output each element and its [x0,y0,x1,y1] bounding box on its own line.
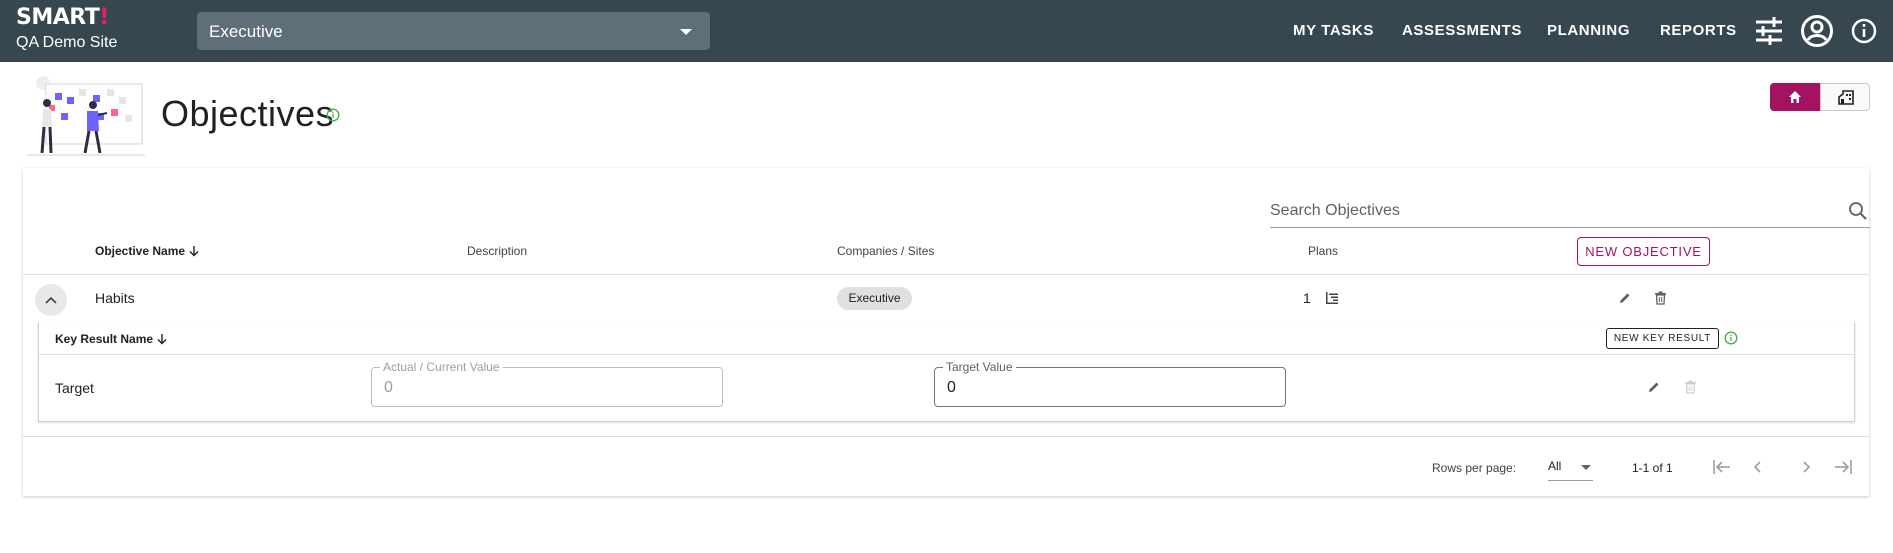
brand[interactable]: SMART! QA Demo Site [16,6,117,52]
column-header-description[interactable]: Description [467,244,527,258]
last-page-icon[interactable] [1832,457,1854,477]
key-result-header-divider [39,354,1854,355]
rows-per-page-label: Rows per page: [1432,461,1517,475]
search-field[interactable] [1270,196,1870,228]
delete-icon[interactable] [1654,291,1667,305]
edit-icon[interactable] [1618,291,1632,305]
plans-count: 1 [1303,290,1311,306]
target-value-field[interactable]: Target Value 0 [934,360,1286,407]
site-selector[interactable]: Executive [197,12,710,50]
search-input[interactable] [1270,198,1830,224]
logo-mark: ! [99,5,109,30]
top-app-bar: SMART! QA Demo Site Executive MY TASKS A… [0,0,1893,62]
site-name: QA Demo Site [16,34,118,51]
plans-list-icon[interactable] [1325,291,1339,305]
dropdown-arrow-icon [1581,465,1591,470]
rows-per-page-select[interactable]: All [1548,456,1593,481]
previous-page-icon[interactable] [1750,457,1764,477]
header-divider [23,274,1869,275]
home-view-button[interactable] [1770,83,1820,111]
table-footer-divider [23,436,1869,437]
column-header-companies-sites[interactable]: Companies / Sites [837,244,934,258]
nav-planning[interactable]: PLANNING [1547,22,1630,39]
next-page-icon[interactable] [1800,457,1814,477]
key-result-name-cell: Target [55,380,94,396]
sort-arrow-down-icon [157,334,167,345]
new-key-result-button[interactable]: NEW KEY RESULT [1606,328,1719,349]
settings-sliders-icon[interactable] [1752,14,1786,48]
objective-name-cell: Habits [95,290,135,306]
column-header-key-result-name[interactable]: Key Result Name [55,332,168,346]
pagination-range: 1-1 of 1 [1632,461,1673,475]
column-header-plans[interactable]: Plans [1308,244,1338,258]
column-header-label: Objective Name [95,244,186,258]
target-value-label: Target Value [943,360,1016,374]
site-selector-value: Executive [209,22,283,41]
info-icon[interactable] [1724,331,1738,345]
site-view-button[interactable] [1820,83,1870,111]
page-title: Objectives [161,93,335,134]
nav-assessments[interactable]: ASSESSMENTS [1402,22,1522,39]
first-page-icon[interactable] [1711,457,1733,477]
nav-reports[interactable]: REPORTS [1660,22,1737,39]
actual-value-field: Actual / Current Value 0 [371,360,723,407]
collapse-row-button[interactable] [35,284,67,316]
sort-arrow-down-icon [189,246,199,257]
search-icon[interactable] [1848,201,1868,221]
logo-text: SMART [16,5,100,30]
edit-icon[interactable] [1647,380,1661,394]
actual-value: 0 [384,379,393,396]
dropdown-arrow-icon [680,29,692,35]
building-icon [1838,90,1854,105]
info-icon[interactable] [326,108,340,122]
account-circle-icon[interactable] [1800,14,1834,48]
chevron-up-icon [45,296,57,304]
company-chip: Executive [837,287,912,310]
new-objective-button[interactable]: NEW OBJECTIVE [1577,237,1710,266]
objectives-illustration [27,76,145,156]
info-icon[interactable] [1850,17,1878,45]
column-header-label: Key Result Name [55,332,154,346]
rows-per-page-value: All [1548,459,1562,473]
actual-value-label: Actual / Current Value [380,360,503,374]
column-header-objective-name[interactable]: Objective Name [95,244,200,258]
app-logo: SMART! [16,6,117,30]
delete-icon [1685,380,1696,394]
nav-my-tasks[interactable]: MY TASKS [1293,22,1374,39]
home-icon [1789,91,1801,103]
target-value[interactable]: 0 [947,379,956,397]
